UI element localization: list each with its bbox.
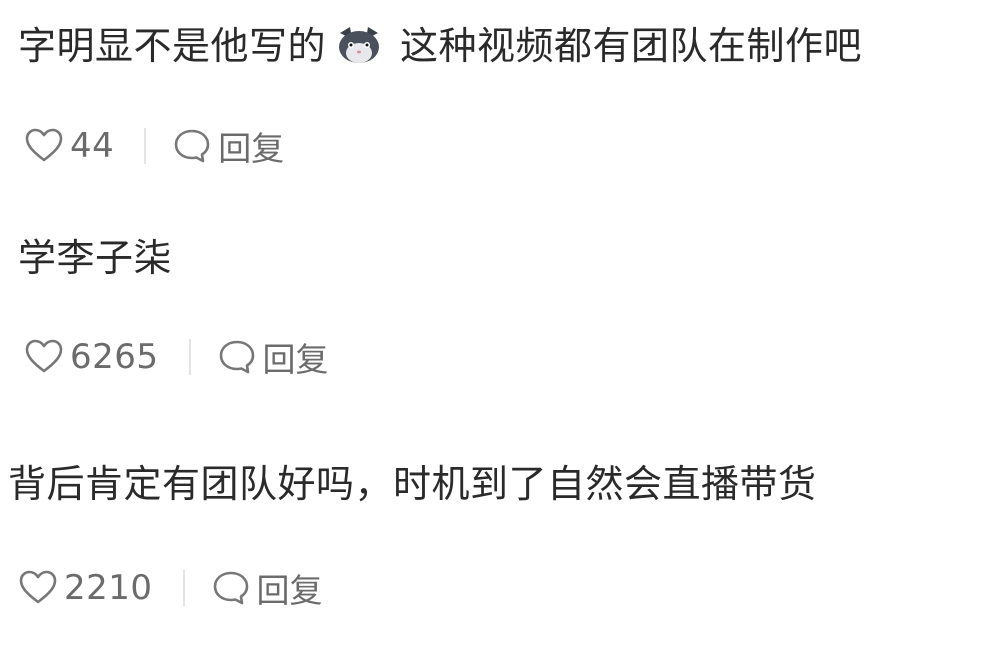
like-count: 2210 — [64, 568, 153, 608]
divider — [182, 570, 185, 606]
comment-text: 字明显不是他写的 这种视频都有团队在制作吧 — [18, 22, 862, 70]
comment-actions: 6265 回复 — [24, 335, 329, 379]
reply-icon — [217, 337, 257, 377]
comment-text: 背后肯定有团队好吗，时机到了自然会直播带货 — [8, 462, 817, 506]
reply-button[interactable]: 回复 — [211, 564, 323, 612]
comment-actions: 44 回复 — [24, 124, 284, 168]
reply-label: 回复 — [218, 129, 285, 168]
reply-button[interactable]: 回复 — [172, 122, 284, 170]
comment-actions: 2210 回复 — [18, 566, 323, 610]
heart-icon — [24, 337, 64, 377]
reply-label: 回复 — [256, 571, 323, 610]
comment-text: 学李子柒 — [18, 236, 173, 280]
heart-icon — [24, 126, 64, 166]
like-button[interactable]: 44 — [24, 126, 114, 166]
like-button[interactable]: 6265 — [24, 337, 159, 377]
comment-text-before: 字明显不是他写的 — [18, 24, 327, 68]
like-button[interactable]: 2210 — [18, 568, 153, 608]
divider — [144, 128, 147, 164]
like-count: 44 — [70, 126, 115, 166]
like-count: 6265 — [70, 337, 159, 377]
cat-face-emoji — [336, 25, 382, 65]
reply-icon — [172, 126, 212, 166]
reply-button[interactable]: 回复 — [217, 333, 329, 381]
comment-text-after: 这种视频都有团队在制作吧 — [400, 24, 863, 68]
divider — [188, 339, 191, 375]
reply-label: 回复 — [262, 340, 329, 379]
reply-icon — [211, 568, 251, 608]
heart-icon — [18, 568, 58, 608]
